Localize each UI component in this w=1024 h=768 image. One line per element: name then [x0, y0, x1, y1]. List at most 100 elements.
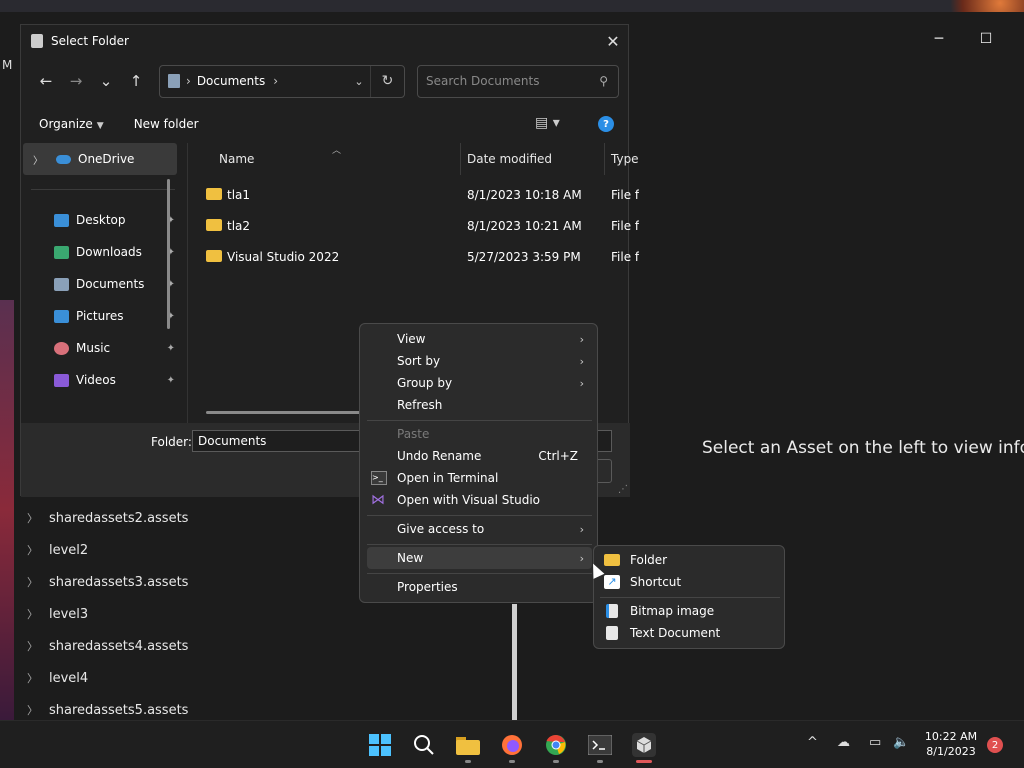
cloud-icon — [56, 154, 71, 164]
asset-studio-button[interactable] — [632, 733, 656, 757]
onedrive-offline-icon[interactable]: ☁ — [837, 735, 850, 750]
menu-item-open-visual-studio[interactable]: ⋈ Open with Visual Studio — [367, 489, 592, 511]
app-icon — [31, 34, 43, 48]
firefox-button[interactable] — [500, 733, 524, 757]
menu-item-view[interactable]: View › — [367, 328, 592, 350]
tree-item[interactable]: 〉 sharedassets4.assets — [20, 630, 500, 662]
text-document-icon — [606, 626, 618, 640]
file-row[interactable]: tla1 8/1/2023 10:18 AM File fo — [188, 179, 639, 210]
dialog-titlebar[interactable]: Select Folder ✕ — [21, 25, 628, 57]
arrow-up-icon: ↑ — [129, 72, 143, 90]
recent-locations-button[interactable]: ⌄ — [91, 66, 121, 96]
pane-splitter[interactable] — [512, 604, 517, 720]
file-row[interactable]: Visual Studio 2022 5/27/2023 3:59 PM Fil… — [188, 241, 639, 272]
menu-item-new[interactable]: New › — [367, 547, 592, 569]
column-header-date[interactable]: Date modified — [467, 143, 552, 175]
music-icon — [54, 341, 69, 355]
nav-item-downloads[interactable]: Downloads ✦ — [21, 236, 179, 268]
forward-button[interactable]: → — [61, 66, 91, 96]
terminal-icon: >_ — [371, 471, 387, 485]
menu-item-refresh[interactable]: Refresh — [367, 394, 592, 416]
submenu-item-folder[interactable]: Folder — [600, 549, 780, 571]
sort-ascending-icon: ︿ — [332, 146, 342, 156]
menu-item-group-by[interactable]: Group by › — [367, 372, 592, 394]
address-dropdown-button[interactable]: ⌄ — [348, 75, 370, 88]
start-button[interactable] — [368, 733, 392, 757]
active-indicator — [636, 760, 652, 763]
breadcrumb-documents[interactable]: Documents — [197, 74, 265, 88]
file-explorer-button[interactable] — [456, 733, 480, 757]
chrome-icon — [546, 734, 566, 755]
submenu-item-text-document[interactable]: Text Document — [600, 622, 780, 644]
videos-icon — [54, 373, 69, 387]
back-button[interactable]: ← — [31, 66, 61, 96]
terminal-icon — [588, 735, 612, 755]
list-view-icon: ▤ — [535, 115, 549, 131]
firefox-icon — [502, 735, 522, 755]
network-icon[interactable]: ▭ — [869, 735, 881, 750]
column-header-type[interactable]: Type — [611, 143, 639, 175]
terminal-button[interactable] — [588, 733, 612, 757]
pin-icon[interactable]: ✦ — [167, 375, 175, 386]
chevron-right-icon: › — [579, 551, 584, 565]
caret-down-icon: ▾ — [552, 115, 560, 131]
notification-badge[interactable]: 2 — [987, 737, 1003, 753]
volume-icon[interactable]: 🔈 — [893, 735, 909, 750]
help-button[interactable]: ? — [598, 116, 614, 132]
view-options-button[interactable]: ▤ ▾ — [535, 115, 560, 131]
file-row[interactable]: tla2 8/1/2023 10:21 AM File fo — [188, 210, 639, 241]
tree-item[interactable]: 〉 level4 — [20, 662, 500, 694]
search-button[interactable] — [412, 733, 436, 757]
chrome-button[interactable] — [544, 733, 568, 757]
chevron-right-icon: 〉 — [27, 640, 38, 653]
running-indicator — [465, 760, 471, 763]
clock[interactable]: 10:22 AM 8/1/2023 — [918, 729, 984, 759]
resize-grip-icon[interactable]: ⋰ — [618, 484, 628, 495]
asset-info-message: Select an Asset on the left to view info… — [702, 438, 1024, 458]
organize-button[interactable]: Organize ▼ — [39, 117, 104, 131]
tray-overflow-button[interactable]: ^ — [807, 735, 818, 750]
nav-item-documents[interactable]: Documents ✦ — [21, 268, 179, 300]
taskbar: ^ ☁ ▭ 🔈 10:22 AM 8/1/2023 2 — [0, 720, 1024, 768]
nav-item-pictures[interactable]: Pictures ✦ — [21, 300, 179, 332]
new-submenu: Folder ↗ Shortcut Bitmap image Text Docum… — [593, 545, 785, 649]
expand-chevron-icon[interactable]: 〉 — [23, 152, 53, 167]
search-input[interactable] — [426, 74, 586, 88]
nav-scrollbar[interactable] — [167, 179, 170, 329]
chevron-right-icon: 〉 — [27, 704, 38, 717]
navigation-pane: 〉 OneDrive Desktop ✦ Downloads ✦ Documents… — [21, 143, 179, 423]
documents-icon — [54, 277, 69, 291]
menu-item-give-access[interactable]: Give access to › — [367, 518, 592, 540]
horizontal-scrollbar[interactable] — [206, 411, 376, 414]
nav-item-music[interactable]: Music ✦ — [21, 332, 179, 364]
refresh-button[interactable]: ↻ — [370, 65, 404, 97]
nav-item-onedrive[interactable]: 〉 OneDrive — [23, 143, 177, 175]
submenu-item-bitmap[interactable]: Bitmap image — [600, 600, 780, 622]
column-separator[interactable] — [460, 143, 461, 175]
column-separator[interactable] — [604, 143, 605, 175]
menu-item-sort-by[interactable]: Sort by › — [367, 350, 592, 372]
cube-icon — [636, 737, 652, 753]
caret-down-icon: ▼ — [96, 121, 104, 131]
visual-studio-icon: ⋈ — [371, 492, 385, 508]
menu-separator — [367, 515, 592, 516]
column-header-name[interactable]: Name — [219, 143, 254, 175]
menu-item-open-terminal[interactable]: >_ Open in Terminal — [367, 467, 592, 489]
background-maximize-button[interactable]: ☐ — [963, 26, 1009, 52]
close-button[interactable]: ✕ — [598, 26, 628, 56]
folder-label: Folder: — [151, 435, 192, 449]
breadcrumb-separator[interactable]: › — [273, 74, 278, 88]
up-button[interactable]: ↑ — [121, 66, 151, 96]
command-bar: Organize ▼ New folder ▤ ▾ ? — [21, 105, 628, 143]
chevron-right-icon: 〉 — [27, 672, 38, 685]
background-minimize-button[interactable]: ─ — [916, 26, 962, 52]
menu-item-properties[interactable]: Properties — [367, 576, 592, 598]
submenu-item-shortcut[interactable]: ↗ Shortcut — [600, 571, 780, 593]
nav-item-videos[interactable]: Videos ✦ — [21, 364, 179, 396]
menu-item-undo-rename[interactable]: Undo Rename Ctrl+Z — [367, 445, 592, 467]
search-box[interactable]: ⚲ — [417, 64, 619, 98]
pin-icon[interactable]: ✦ — [167, 343, 175, 354]
address-bar[interactable]: › Documents › ⌄ ↻ — [159, 64, 405, 98]
new-folder-button[interactable]: New folder — [134, 117, 199, 131]
nav-item-desktop[interactable]: Desktop ✦ — [21, 204, 179, 236]
